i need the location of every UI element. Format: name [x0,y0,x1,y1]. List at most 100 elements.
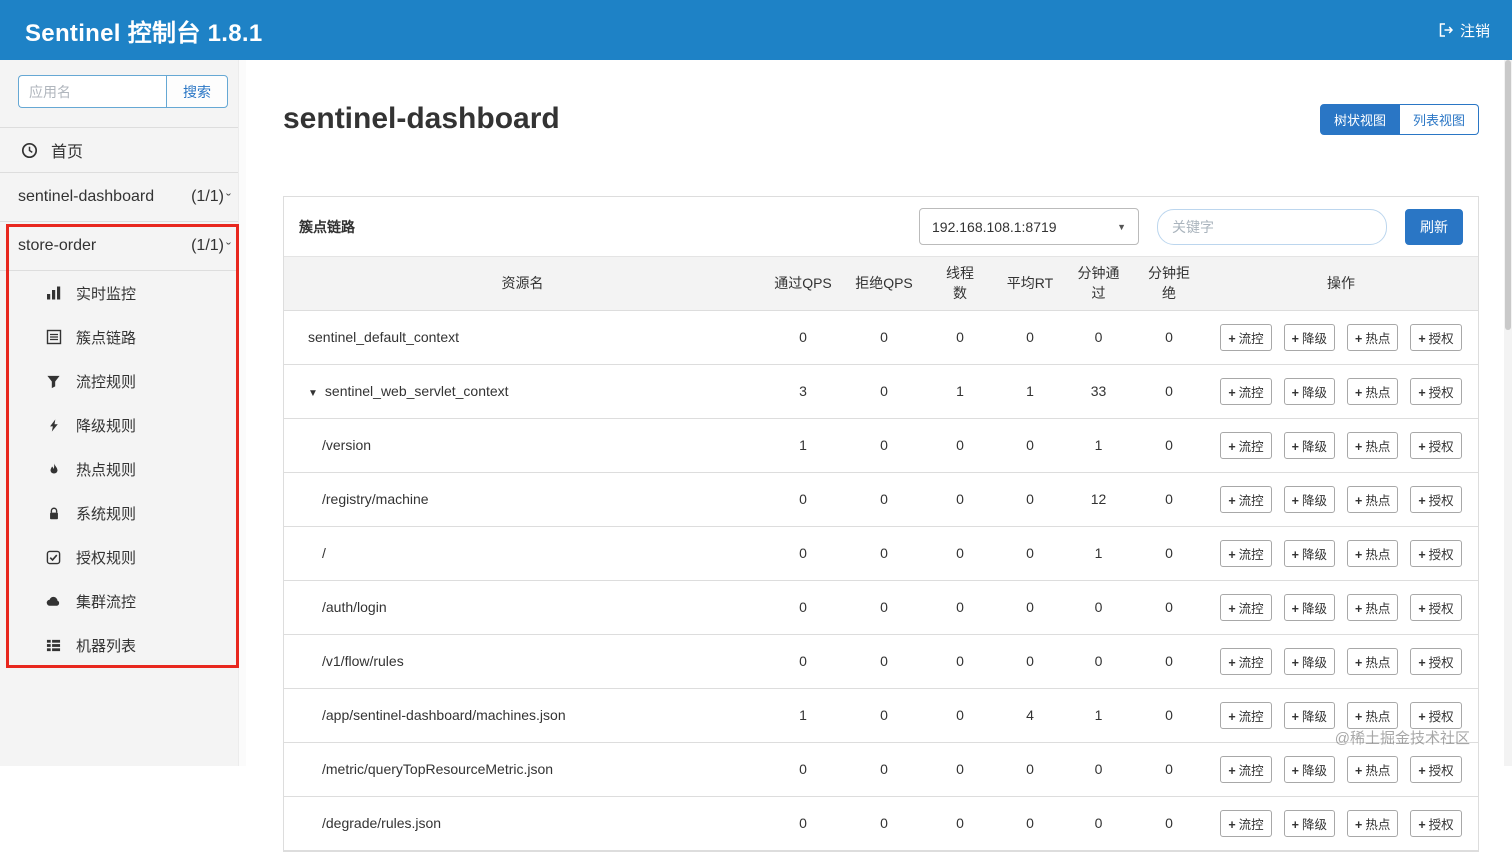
add-authority-rule-button[interactable]: +授权 [1410,324,1461,351]
add-flow-rule-button[interactable]: +流控 [1220,810,1271,837]
metric-cell: 0 [923,796,997,850]
column-header: 线程数 [923,257,997,310]
sidebar-item-cluster-link[interactable]: 簇点链路 [0,315,245,359]
menu-item-label: 集群流控 [76,591,136,612]
plus-icon: + [1292,710,1299,724]
sidebar-item-machine-list[interactable]: 机器列表 [0,623,245,667]
add-degrade-rule-button[interactable]: +降级 [1284,756,1335,783]
list-view-button[interactable]: 列表视图 [1400,104,1479,135]
metric-cell: 1 [1063,526,1134,580]
add-degrade-rule-button[interactable]: +降级 [1284,378,1335,405]
sidebar-item-system-rules[interactable]: 系统规则 [0,491,245,535]
menu-item-label: 系统规则 [76,503,136,524]
app-search-input[interactable] [18,75,166,108]
menu-item-label: 授权规则 [76,547,136,568]
add-degrade-rule-button[interactable]: +降级 [1284,648,1335,675]
resource-name: /metric/queryTopResourceMetric.json [322,761,553,777]
add-hotspot-rule-button[interactable]: +热点 [1347,324,1398,351]
plus-icon: + [1228,332,1235,346]
add-flow-rule-button[interactable]: +流控 [1220,648,1271,675]
add-authority-rule-button[interactable]: +授权 [1410,432,1461,459]
add-degrade-rule-button[interactable]: +降级 [1284,432,1335,459]
plus-icon: + [1355,548,1362,562]
add-authority-rule-button[interactable]: +授权 [1410,594,1461,621]
add-hotspot-rule-button[interactable]: +热点 [1347,432,1398,459]
sidebar-item-authority-rules[interactable]: 授权规则 [0,535,245,579]
app-search-button[interactable]: 搜索 [166,75,228,108]
metric-cell: 0 [1134,742,1204,796]
add-flow-rule-button[interactable]: +流控 [1220,540,1271,567]
add-flow-rule-button[interactable]: +流控 [1220,594,1271,621]
actions-cell: +流控 +降级 +热点 +授权 [1204,634,1478,688]
add-hotspot-rule-button[interactable]: +热点 [1347,378,1398,405]
logout-button[interactable]: 注销 [1438,20,1490,41]
sidebar-item-degrade-rules[interactable]: 降级规则 [0,403,245,447]
sidebar-item-home[interactable]: 首页 [0,127,245,173]
add-hotspot-rule-button[interactable]: +热点 [1347,648,1398,675]
tree-view-button[interactable]: 树状视图 [1320,104,1400,135]
actions-cell: +流控 +降级 +热点 +授权 [1204,796,1478,850]
metric-cell: 0 [923,580,997,634]
add-hotspot-rule-button[interactable]: +热点 [1347,702,1398,729]
add-flow-rule-button[interactable]: +流控 [1220,324,1271,351]
add-flow-rule-button[interactable]: +流控 [1220,756,1271,783]
add-degrade-rule-button[interactable]: +降级 [1284,540,1335,567]
menu-item-label: 降级规则 [76,415,136,436]
plus-icon: + [1355,602,1362,616]
sidebar-item-hotspot-rules[interactable]: 热点规则 [0,447,245,491]
add-authority-rule-button[interactable]: +授权 [1410,756,1461,783]
plus-icon: + [1228,656,1235,670]
add-authority-rule-button[interactable]: +授权 [1410,702,1461,729]
add-degrade-rule-button[interactable]: +降级 [1284,324,1335,351]
sidebar-scrollbar[interactable] [238,60,246,766]
resource-name: sentinel_web_servlet_context [325,383,509,399]
add-flow-rule-button[interactable]: +流控 [1220,702,1271,729]
metric-cell: 0 [1134,418,1204,472]
add-degrade-rule-button[interactable]: +降级 [1284,594,1335,621]
add-hotspot-rule-button[interactable]: +热点 [1347,810,1398,837]
machine-select[interactable]: 192.168.108.1:8719 ▼ [919,208,1139,245]
flame-icon [45,462,62,477]
metric-cell: 0 [845,580,923,634]
plus-icon: + [1228,818,1235,832]
resource-name-cell: sentinel_default_context [284,310,761,364]
add-flow-rule-button[interactable]: +流控 [1220,486,1271,513]
list-board-icon [45,329,62,345]
resource-name-cell: /registry/machine [284,472,761,526]
actions-cell: +流控 +降级 +热点 +授权 [1204,310,1478,364]
column-header: 分钟拒绝 [1134,257,1204,310]
add-degrade-rule-button[interactable]: +降级 [1284,810,1335,837]
add-hotspot-rule-button[interactable]: +热点 [1347,756,1398,783]
keyword-input[interactable] [1157,209,1387,245]
add-flow-rule-button[interactable]: +流控 [1220,378,1271,405]
collapse-toggle-icon[interactable]: ▼ [308,388,318,399]
window-scrollbar [1504,60,1512,766]
sidebar-item-cluster-flow[interactable]: 集群流控 [0,579,245,623]
add-hotspot-rule-button[interactable]: +热点 [1347,594,1398,621]
add-hotspot-rule-button[interactable]: +热点 [1347,486,1398,513]
plus-icon: + [1418,602,1425,616]
plus-icon: + [1292,818,1299,832]
add-authority-rule-button[interactable]: +授权 [1410,486,1461,513]
add-authority-rule-button[interactable]: +授权 [1410,648,1461,675]
refresh-button[interactable]: 刷新 [1405,209,1463,245]
add-authority-rule-button[interactable]: +授权 [1410,378,1461,405]
metric-cell: 0 [1134,310,1204,364]
add-degrade-rule-button[interactable]: +降级 [1284,486,1335,513]
scrollbar-thumb[interactable] [1505,60,1511,330]
add-flow-rule-button[interactable]: +流控 [1220,432,1271,459]
metric-cell: 0 [845,796,923,850]
metric-cell: 0 [1063,634,1134,688]
metric-cell: 0 [761,796,845,850]
plus-icon: + [1228,548,1235,562]
add-authority-rule-button[interactable]: +授权 [1410,810,1461,837]
add-authority-rule-button[interactable]: +授权 [1410,540,1461,567]
add-degrade-rule-button[interactable]: +降级 [1284,702,1335,729]
sidebar-app-store-order[interactable]: store-order (1/1) ˇ [0,222,245,271]
table-body: sentinel_default_context000000+流控+降级+热点+… [284,310,1478,850]
add-hotspot-rule-button[interactable]: +热点 [1347,540,1398,567]
sidebar-item-realtime-monitoring[interactable]: 实时监控 [0,271,245,315]
sidebar-item-flow-rules[interactable]: 流控规则 [0,359,245,403]
sidebar-app-sentinel-dashboard[interactable]: sentinel-dashboard (1/1) ˇ [0,173,245,222]
column-header: 分钟通过 [1063,257,1134,310]
